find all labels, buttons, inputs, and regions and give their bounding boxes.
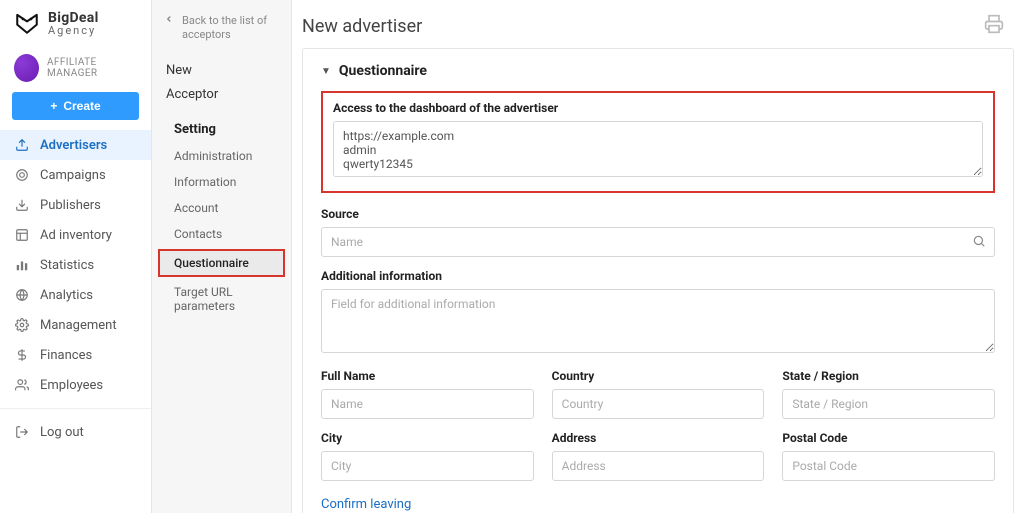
dollar-icon (14, 347, 30, 363)
sub-section-title: Setting (152, 108, 291, 143)
bars-icon (14, 257, 30, 273)
affiliate-row: AFFILIATE MANAGER (0, 48, 151, 92)
city-label: City (321, 431, 534, 445)
logout-icon (14, 424, 30, 440)
brand-sub: Agency (48, 25, 99, 36)
sub-item-information[interactable]: Information (152, 169, 291, 195)
sub-item-administration[interactable]: Administration (152, 143, 291, 169)
source-input[interactable] (321, 227, 995, 257)
nav-label: Publishers (40, 198, 101, 213)
nav-label: Ad inventory (40, 228, 112, 243)
postal-label: Postal Code (782, 431, 995, 445)
logout-button[interactable]: Log out (0, 417, 151, 447)
nav-item-management[interactable]: Management (0, 310, 151, 340)
nav-item-finances[interactable]: Finances (0, 340, 151, 370)
sub-item-target-url-parameters[interactable]: Target URL parameters (152, 279, 291, 319)
nav-item-analytics[interactable]: Analytics (0, 280, 151, 310)
back-label: Back to the list of acceptors (182, 14, 277, 43)
chevron-left-icon (164, 14, 174, 27)
nav-label: Analytics (40, 288, 93, 303)
state-input[interactable] (782, 389, 995, 419)
postal-input[interactable] (782, 451, 995, 481)
sub-item-contacts[interactable]: Contacts (152, 221, 291, 247)
country-input[interactable] (552, 389, 765, 419)
nav-item-employees[interactable]: Employees (0, 370, 151, 400)
fullname-label: Full Name (321, 369, 534, 383)
sub-heading-line1: New (152, 59, 291, 84)
globe-icon (14, 287, 30, 303)
nav-item-campaigns[interactable]: Campaigns (0, 160, 151, 190)
page-title: New advertiser (302, 16, 422, 37)
confirm-leaving-link[interactable]: Confirm leaving (321, 497, 411, 512)
sub-heading-line2: Acceptor (152, 83, 291, 108)
source-label: Source (321, 207, 995, 221)
sub-nav: AdministrationInformationAccountContacts… (152, 143, 291, 319)
nav-label: Campaigns (40, 168, 106, 183)
download-icon (14, 197, 30, 213)
brand-icon (14, 10, 40, 36)
country-label: Country (552, 369, 765, 383)
affiliate-label: AFFILIATE MANAGER (47, 57, 139, 79)
sub-item-questionnaire[interactable]: Questionnaire (158, 249, 285, 277)
access-label: Access to the dashboard of the advertise… (333, 101, 983, 115)
brand-name: BigDeal (48, 11, 99, 25)
main-sidebar: BigDeal Agency AFFILIATE MANAGER + Creat… (0, 0, 152, 513)
plus-icon: + (50, 99, 57, 113)
dashboard-access-block: Access to the dashboard of the advertise… (321, 91, 995, 193)
logout-label: Log out (40, 425, 84, 440)
nav-label: Advertisers (40, 138, 107, 153)
address-label: Address (552, 431, 765, 445)
nav-item-advertisers[interactable]: Advertisers (0, 130, 151, 160)
questionnaire-card: ▼ Questionnaire Access to the dashboard … (302, 48, 1014, 513)
nav-item-statistics[interactable]: Statistics (0, 250, 151, 280)
affiliate-avatar-icon (14, 54, 39, 82)
sub-item-account[interactable]: Account (152, 195, 291, 221)
sub-sidebar: Back to the list of acceptors New Accept… (152, 0, 292, 513)
users-icon (14, 377, 30, 393)
create-button[interactable]: + Create (12, 92, 139, 120)
state-label: State / Region (782, 369, 995, 383)
cog-icon (14, 317, 30, 333)
main-nav: Advertisers Campaigns Publishers Ad invento… (0, 130, 151, 400)
back-link[interactable]: Back to the list of acceptors (152, 10, 291, 59)
target-icon (14, 167, 30, 183)
print-icon[interactable] (984, 14, 1004, 38)
nav-item-ad-inventory[interactable]: Ad inventory (0, 220, 151, 250)
questionnaire-heading[interactable]: ▼ Questionnaire (321, 63, 995, 79)
nav-label: Finances (40, 348, 92, 363)
nav-separator (0, 408, 151, 409)
address-input[interactable] (552, 451, 765, 481)
main-content: New advertiser ▼ Questionnaire Access to… (292, 0, 1024, 513)
collapse-triangle-icon: ▼ (321, 66, 331, 77)
nav-label: Statistics (40, 258, 94, 273)
city-input[interactable] (321, 451, 534, 481)
nav-item-publishers[interactable]: Publishers (0, 190, 151, 220)
addinfo-label: Additional information (321, 269, 995, 283)
addinfo-textarea[interactable] (321, 289, 995, 353)
upload-icon (14, 137, 30, 153)
create-label: Create (63, 99, 100, 113)
nav-label: Management (40, 318, 117, 333)
access-textarea[interactable] (333, 121, 983, 177)
brand-logo: BigDeal Agency (0, 0, 151, 48)
nav-label: Employees (40, 378, 103, 393)
grid-icon (14, 227, 30, 243)
fullname-input[interactable] (321, 389, 534, 419)
